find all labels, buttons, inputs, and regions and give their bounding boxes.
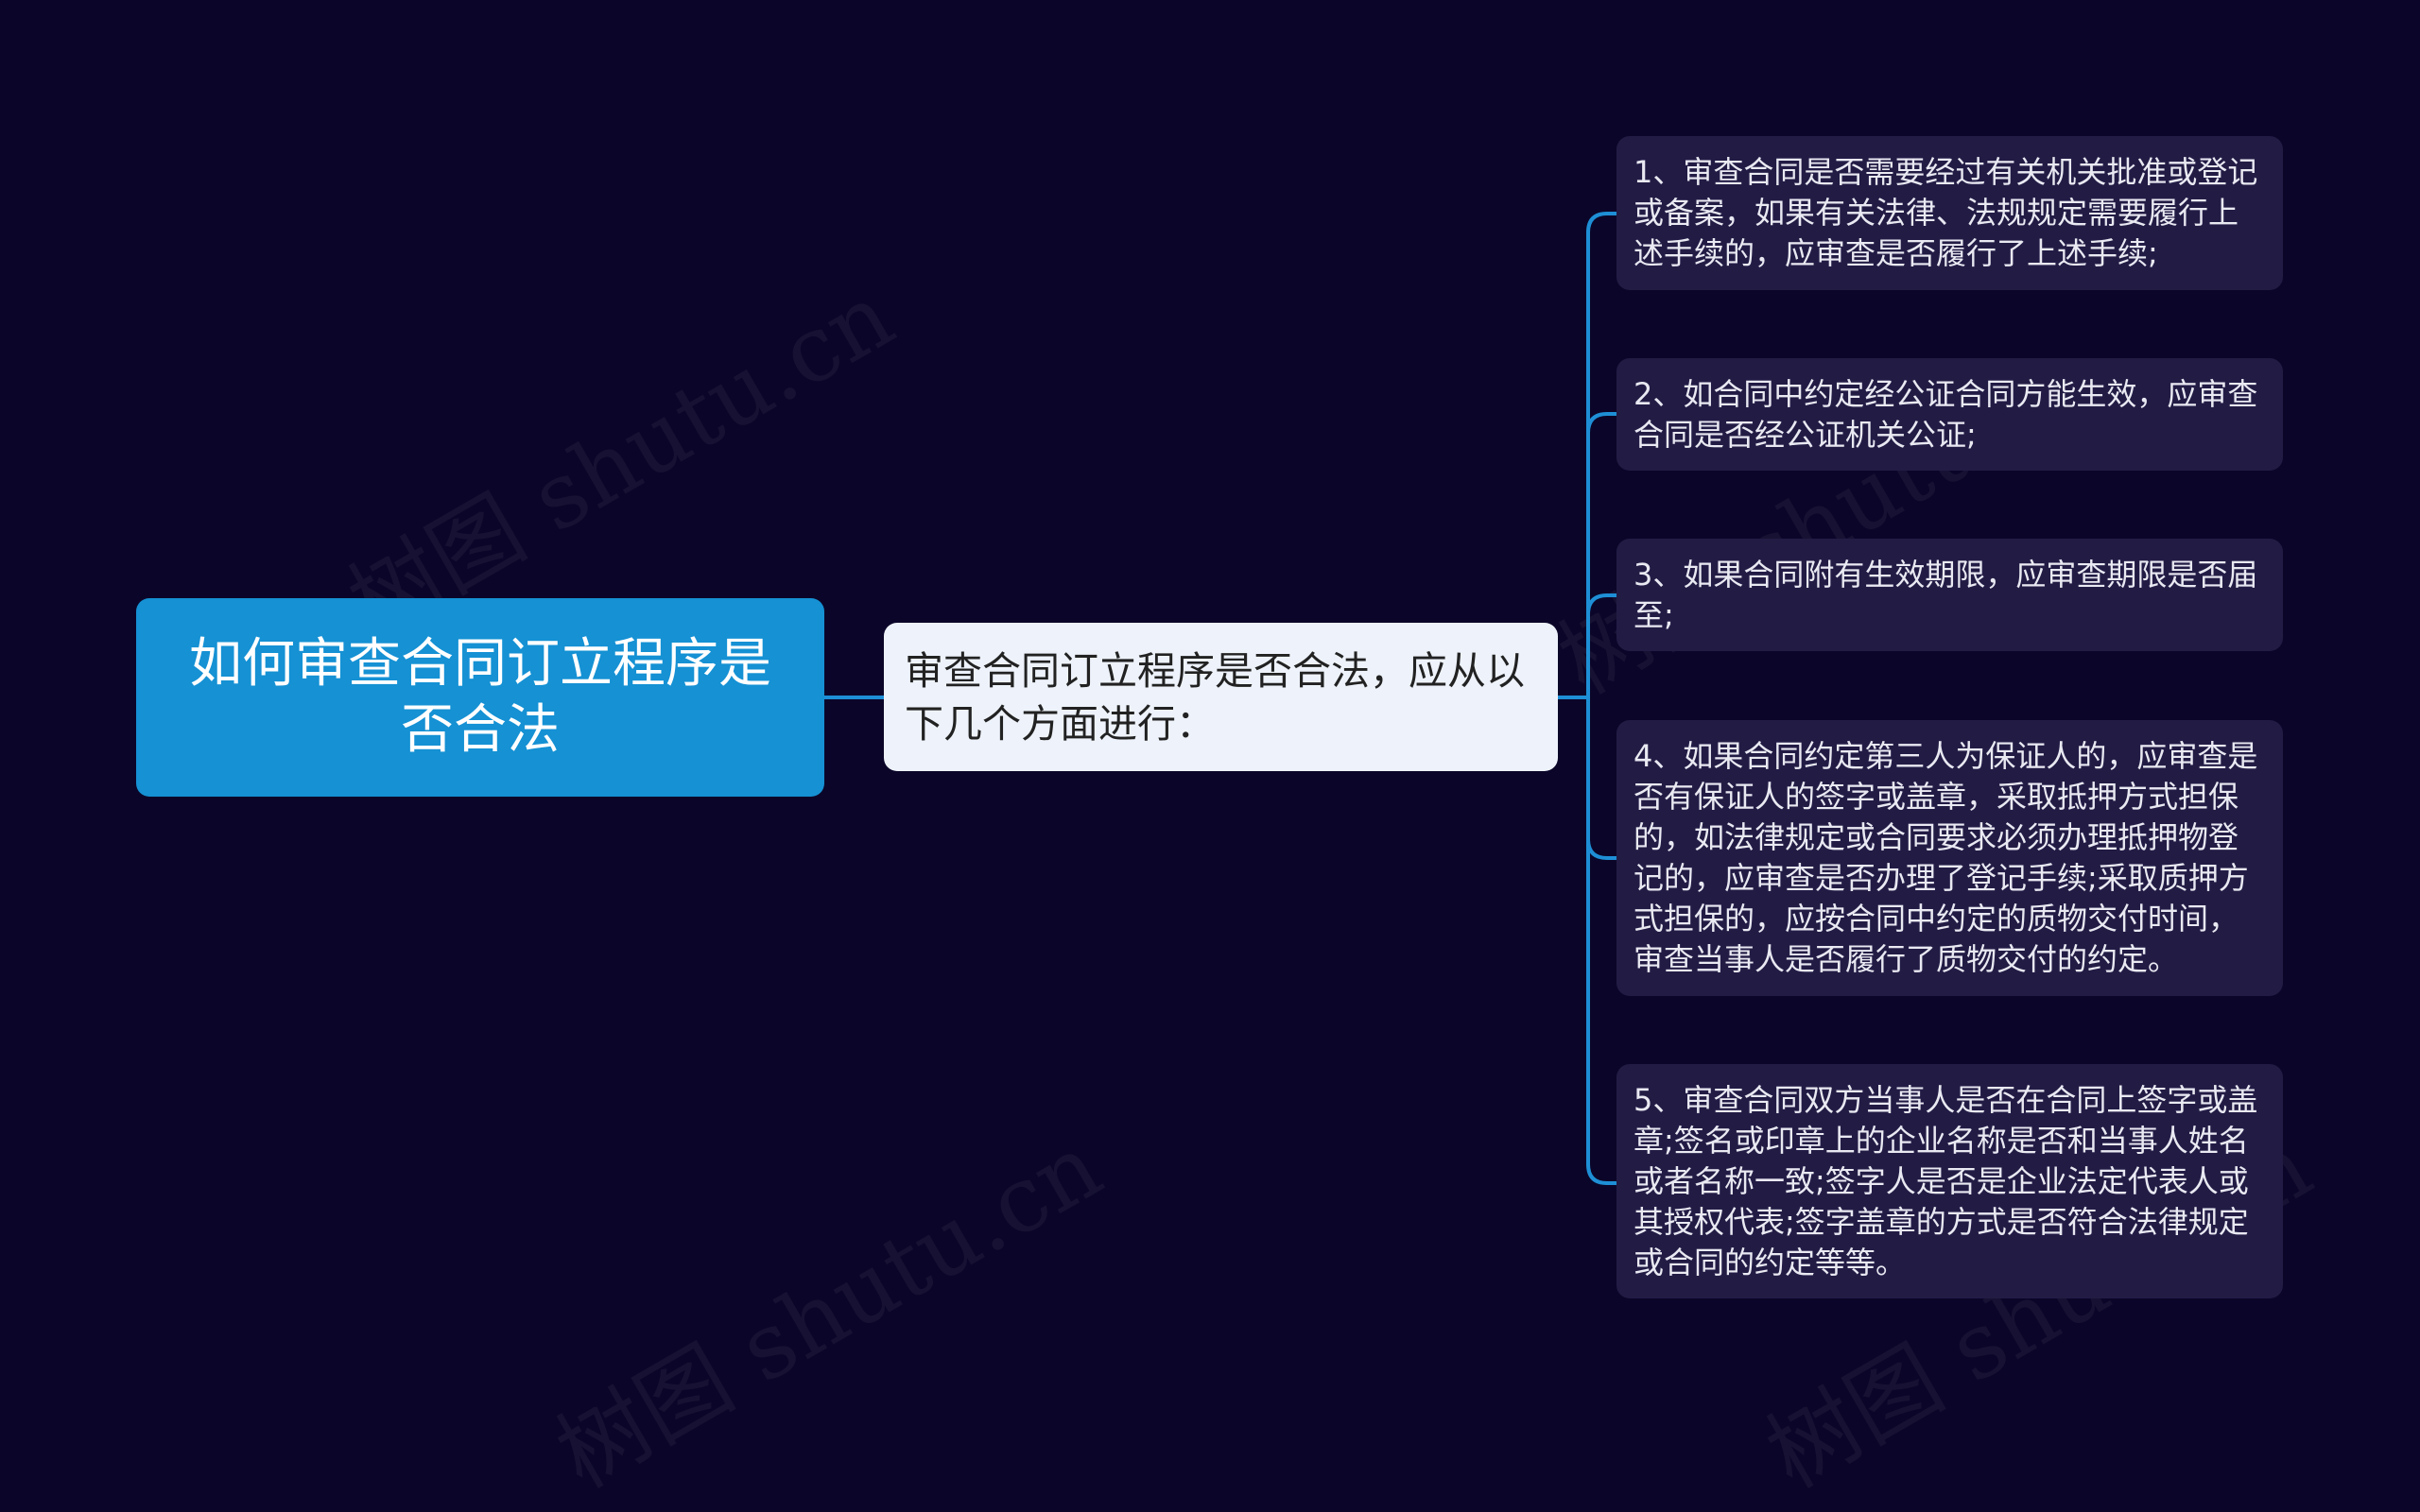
root-topic[interactable]: 如何审查合同订立程序是否合法	[136, 598, 824, 797]
mindmap-canvas: 树图 shutu.cn 树图 shutu.cn 树图 shutu.cn 树图 s…	[0, 0, 2420, 1508]
sub-topic-4[interactable]: 4、如果合同约定第三人为保证人的，应审查是否有保证人的签字或盖章，采取抵押方式担…	[1616, 720, 2283, 996]
root-topic-label: 如何审查合同订立程序是否合法	[189, 633, 771, 761]
sub-topic-label: 2、如合同中约定经公证合同方能生效，应审查合同是否经公证机关公证;	[1634, 375, 2258, 453]
branch-connector-1	[1586, 212, 1616, 233]
branch-connector-5	[1586, 1163, 1616, 1185]
sub-topic-3[interactable]: 3、如果合同附有生效期限，应审查期限是否届至;	[1616, 539, 2283, 651]
main-topic-label: 审查合同订立程序是否合法，应从以下几个方面进行：	[905, 647, 1525, 747]
sub-topic-label: 1、审查合同是否需要经过有关机关批准或登记或备案，如果有关法律、法规规定需要履行…	[1634, 154, 2258, 271]
branch-connector-2	[1586, 412, 1616, 434]
main-topic[interactable]: 审查合同订立程序是否合法，应从以下几个方面进行：	[884, 623, 1558, 771]
branch-connector-4	[1586, 838, 1616, 860]
sub-topic-5[interactable]: 5、审查合同双方当事人是否在合同上签字或盖章;签名或印章上的企业名称是否和当事人…	[1616, 1064, 2283, 1298]
sub-topic-2[interactable]: 2、如合同中约定经公证合同方能生效，应审查合同是否经公证机关公证;	[1616, 358, 2283, 471]
branch-connector-3	[1586, 593, 1616, 615]
sub-topic-label: 5、审查合同双方当事人是否在合同上签字或盖章;签名或印章上的企业名称是否和当事人…	[1634, 1081, 2258, 1280]
sub-topic-label: 3、如果合同附有生效期限，应审查期限是否届至;	[1634, 556, 2258, 633]
sub-topic-label: 4、如果合同约定第三人为保证人的，应审查是否有保证人的签字或盖章，采取抵押方式担…	[1634, 738, 2258, 977]
sub-topic-1[interactable]: 1、审查合同是否需要经过有关机关批准或登记或备案，如果有关法律、法规规定需要履行…	[1616, 136, 2283, 290]
